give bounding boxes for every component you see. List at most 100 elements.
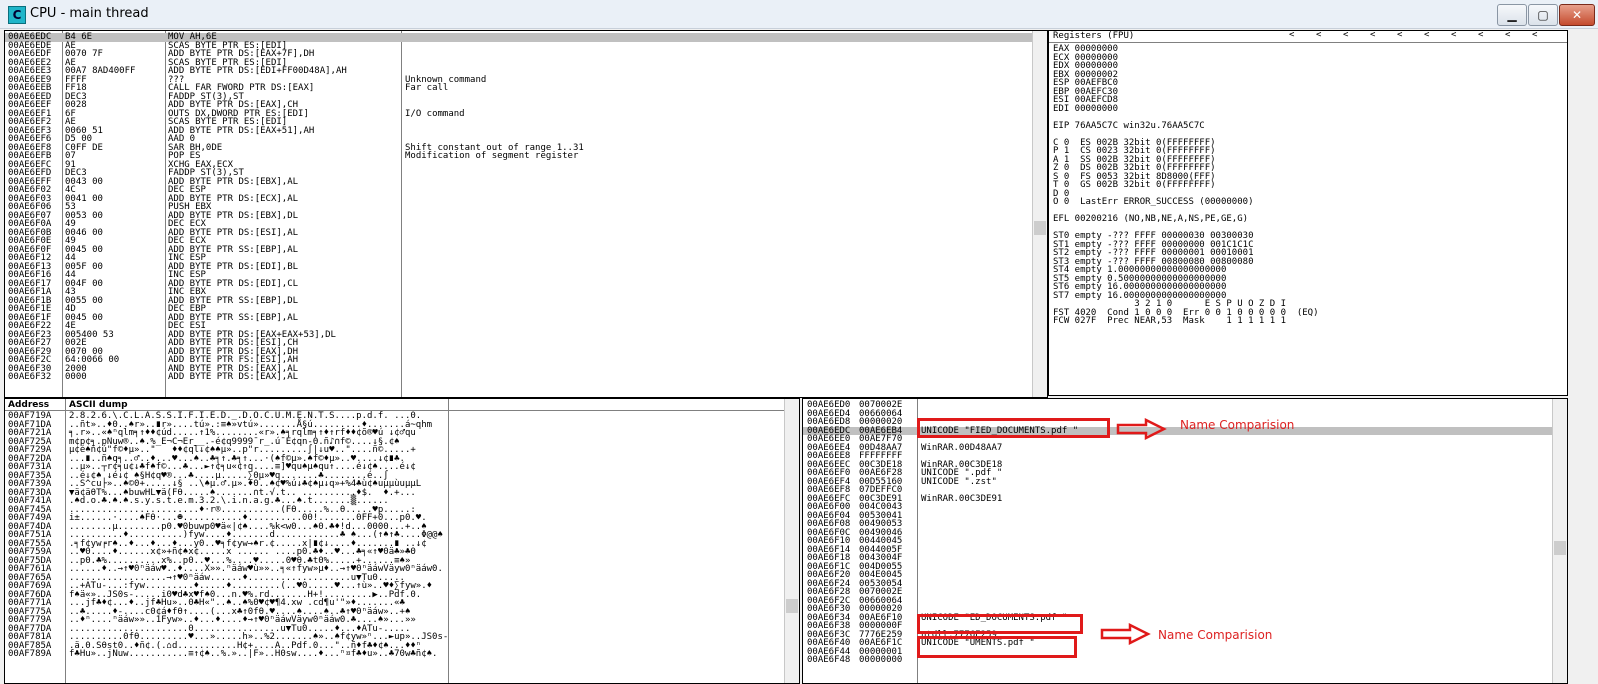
stack-row[interactable]: 00AE6F04 00530041 (803, 511, 1553, 521)
stack-row[interactable]: 00AE6EF0 00AE6F28 UNICODE ".pdf " (803, 469, 1553, 478)
disassembly-row[interactable]: 00AE6EDE AE SCAS BYTE PTR ES:[EDI] (5, 41, 1035, 51)
disassembly-row[interactable]: 00AE6EFC 91 XCHG EAX,ECX (5, 160, 1035, 170)
disassembly-row[interactable]: 00AE6F0A 49 DEC ECX (5, 220, 1035, 229)
stack-row[interactable]: 00AE6F28 0070002E (803, 588, 1553, 597)
nav-left-arrow-icon[interactable]: < (1316, 31, 1321, 40)
disassembly-row[interactable]: 00AE6F07 0053 00 ADD BYTE PTR DS:[EBX],DL (5, 211, 1035, 221)
disassembly-row[interactable]: 00AE6F03 0041 00 ADD BYTE PTR DS:[ECX],AL (5, 194, 1035, 204)
register-line[interactable]: T 0 GS 002B 32bit 0(FFFFFFFF) (1053, 181, 1216, 190)
column-divider (65, 399, 66, 683)
nav-left-arrow-icon[interactable]: < (1424, 31, 1429, 40)
nav-left-arrow-icon[interactable]: < (1505, 31, 1510, 40)
maximize-button[interactable]: ▢ (1528, 4, 1558, 26)
disassembly-row[interactable]: 00AE6F22 4E DEC ESI (5, 322, 1035, 331)
register-line[interactable]: O 0 LastErr ERROR_SUCCESS (00000000) (1053, 198, 1253, 207)
register-line[interactable]: EDI 00000000 (1053, 104, 1118, 114)
stack-row[interactable]: 00AE6ED8 00000020 (803, 418, 1553, 427)
instruction-comment: Far call (405, 83, 449, 93)
disassembly-row[interactable]: 00AE6F27 002E ADD BYTE PTR DS:[ESI],CH (5, 339, 1035, 348)
stack-row[interactable]: 00AE6F34 00AE6F10 UNICODE "ED_DOCUMENTS.pd… (803, 613, 1553, 623)
disassembly-row[interactable]: 00AE6F17 004F 00 ADD BYTE PTR DS:[EDI],CL (5, 279, 1035, 289)
dump-header-ascii[interactable]: ASCII dump (69, 400, 128, 410)
close-button[interactable]: ✕ (1559, 4, 1595, 26)
nav-left-arrow-icon[interactable]: < (1532, 31, 1537, 40)
stack-row[interactable]: 00AE6ED4 00660064 (803, 409, 1553, 419)
disassembly-row[interactable]: 00AE6F1E 4D DEC EBP (5, 305, 1035, 314)
stack-row[interactable]: 00AE6F24 00530054 (803, 579, 1553, 589)
minimize-button[interactable]: ▁ (1497, 4, 1527, 26)
disassembly-row[interactable]: 00AE6F0E 49 DEC ECX (5, 237, 1035, 246)
disassembly-row[interactable]: 00AE6EED DEC3 FADDP ST(3),ST (5, 92, 1035, 102)
disassembly-row[interactable]: 00AE6F2C 64:0066 00 ADD BYTE PTR FS:[ESI],… (5, 356, 1035, 365)
disassembly-row[interactable]: 00AE6EEF 0028 ADD BYTE PTR DS:[EAX],CH (5, 101, 1035, 110)
disassembly-row[interactable]: 00AE6F32 0000 ADD BYTE PTR DS:[EAX],AL (5, 373, 1035, 382)
stack-row[interactable]: 00AE6F10 00440045 (803, 537, 1553, 546)
dump-header-address[interactable]: Address (8, 400, 49, 410)
stack-row[interactable]: 00AE6EE8 FFFFFFFF (803, 452, 1553, 461)
stack-row[interactable]: 00AE6F14 0044005F (803, 545, 1553, 555)
disassembly-row[interactable]: 00AE6F1B 0055 00 ADD BYTE PTR SS:[EBP],DL (5, 296, 1035, 306)
disassembly-row[interactable]: 00AE6F29 0070 00 ADD BYTE PTR DS:[EAX],DH (5, 347, 1035, 357)
nav-left-arrow-icon[interactable]: < (1289, 31, 1294, 40)
disassembly-row[interactable]: 00AE6EE2 AE SCAS BYTE PTR ES:[EDI] (5, 58, 1035, 68)
disassembly-pane[interactable]: 00AE6EDC B4 6E MOV AH,6E 00AE6EDE AE SCAS BYT… (4, 30, 1048, 398)
stack-row[interactable]: 00AE6F1C 004D0055 (803, 562, 1553, 572)
disassembly-row[interactable]: 00AE6EDC B4 6E MOV AH,6E (5, 33, 1035, 42)
disassembly-row[interactable]: 00AE6EFB 07 POP ES Modification of segment … (5, 152, 1035, 161)
stack-scrollbar[interactable] (1552, 399, 1567, 683)
disassembly-row[interactable]: 00AE6EEB FF18 CALL FAR FWORD PTR DS:[EAX] F… (5, 84, 1035, 93)
stack-row[interactable]: 00AE6F48 00000000 (803, 656, 1553, 665)
stack-row[interactable]: 00AE6F00 004C0043 (803, 503, 1553, 512)
disassembly-row[interactable]: 00AE6F13 005F 00 ADD BYTE PTR DS:[EDI],BL (5, 262, 1035, 272)
stack-row[interactable]: 00AE6F20 004E0045 (803, 571, 1553, 580)
stack-row[interactable]: 00AE6EE0 00AE7F70 (803, 435, 1553, 444)
scroll-thumb[interactable] (786, 599, 798, 613)
stack-row[interactable]: 00AE6F0C 00490046 (803, 528, 1553, 538)
dump-pane[interactable]: Address ASCII dump 00AF719A 2.8.2.6.\.C.L… (4, 398, 800, 684)
scroll-thumb[interactable] (1554, 541, 1566, 555)
stack-row[interactable]: 00AE6F30 00000020 (803, 605, 1553, 614)
stack-row[interactable]: 00AE6EF4 00D55160 UNICODE ".zst" (803, 477, 1553, 487)
nav-left-arrow-icon[interactable]: < (1397, 31, 1402, 40)
disassembly-row[interactable]: 00AE6EE3 00A7 8AD400FF ADD BYTE PTR DS:[ED… (5, 67, 1035, 76)
disassembly-row[interactable]: 00AE6F1A 43 INC EBX (5, 288, 1035, 297)
nav-left-arrow-icon[interactable]: < (1343, 31, 1348, 40)
stack-row[interactable]: 00AE6F2C 00660064 (803, 596, 1553, 606)
disassembly-row[interactable]: 00AE6F0F 0045 00 ADD BYTE PTR SS:[EBP],AL (5, 245, 1035, 255)
disassembly-row[interactable]: 00AE6F23 005400 53 ADD BYTE PTR DS:[EAX+EA… (5, 330, 1035, 340)
title-bar[interactable]: C CPU - main thread ▁ ▢ ✕ (0, 0, 1598, 29)
stack-row[interactable]: 00AE6EE4 00D48AA7 WinRAR.00D48AA7 (803, 443, 1553, 453)
stack-row[interactable]: 00AE6EF8 07DEFFC0 (803, 486, 1553, 495)
register-line[interactable]: EIP 76AA5C7C win32u.76AA5C7C (1053, 121, 1205, 131)
register-line[interactable]: EFL 00200216 (NO,NB,NE,A,NS,PE,GE,G) (1053, 215, 1248, 224)
stack-row[interactable]: 00AE6F44 00000001 (803, 647, 1553, 657)
disassembly-row[interactable]: 00AE6F02 4C DEC ESP (5, 186, 1035, 195)
nav-left-arrow-icon[interactable]: < (1370, 31, 1375, 40)
dump-scrollbar[interactable] (784, 399, 799, 683)
stack-row[interactable]: 00AE6F08 00490053 (803, 520, 1553, 529)
disassembly-row[interactable]: 00AE6F06 53 PUSH EBX (5, 203, 1035, 212)
registers-pane[interactable]: Registers (FPU) < < < < < < < < < < EAX 00000000 E… (1048, 30, 1568, 396)
stack-row[interactable]: 00AE6F18 0043004F (803, 554, 1553, 563)
stack-row[interactable]: 00AE6EFC 00C3DE91 WinRAR.00C3DE91 (803, 494, 1553, 504)
disassembly-row[interactable]: 00AE6EFF 0043 00 ADD BYTE PTR DS:[EBX],AL (5, 177, 1035, 187)
disassembly-row[interactable]: 00AE6EF1 6F OUTS DX,DWORD PTR ES:[EDI] I/O … (5, 109, 1035, 119)
register-line[interactable]: FCW 027F Prec NEAR,53 Mask 1 1 1 1 1 1 (1053, 317, 1286, 326)
disassembly-row[interactable]: 00AE6F30 2000 AND BYTE PTR DS:[EAX],AL (5, 364, 1035, 374)
disassembly-scrollbar[interactable] (1032, 31, 1047, 397)
nav-left-arrow-icon[interactable]: < (1451, 31, 1456, 40)
disassembly-row[interactable]: 00AE6EF3 0060 51 ADD BYTE PTR DS:[EAX+51],… (5, 126, 1035, 136)
stack-row[interactable]: 00AE6EEC 00C3DE18 WinRAR.00C3DE18 (803, 460, 1553, 470)
disassembly-row[interactable]: 00AE6EDF 0070 7F ADD BYTE PTR DS:[EAX+7F],… (5, 50, 1035, 59)
disassembly-row[interactable]: 00AE6EE9 FFFF??? Unknown command (5, 75, 1035, 85)
disassembly-row[interactable]: 00AE6F16 44 INC ESP (5, 271, 1035, 280)
nav-left-arrow-icon[interactable]: < (1478, 31, 1483, 40)
disassembly-row[interactable]: 00AE6EFD DEC3 FADDP ST(3),ST (5, 169, 1035, 178)
disassembly-row[interactable]: 00AE6F12 44 INC ESP (5, 254, 1035, 263)
stack-row[interactable]: 00AE6EDC 00AE6EB4 UNICODE "FIED_DOCUMENTS.… (803, 426, 1553, 435)
stack-row[interactable]: 00AE6ED0 0070002E (803, 401, 1553, 410)
disassembly-row[interactable]: 00AE6F1F 0045 00 ADD BYTE PTR SS:[EBP],AL (5, 313, 1035, 323)
disassembly-row[interactable]: 00AE6EF2 AE SCAS BYTE PTR ES:[EDI] (5, 118, 1035, 127)
scroll-thumb[interactable] (1034, 221, 1046, 235)
disassembly-row[interactable]: 00AE6F0B 0046 00 ADD BYTE PTR DS:[ESI],AL (5, 228, 1035, 238)
